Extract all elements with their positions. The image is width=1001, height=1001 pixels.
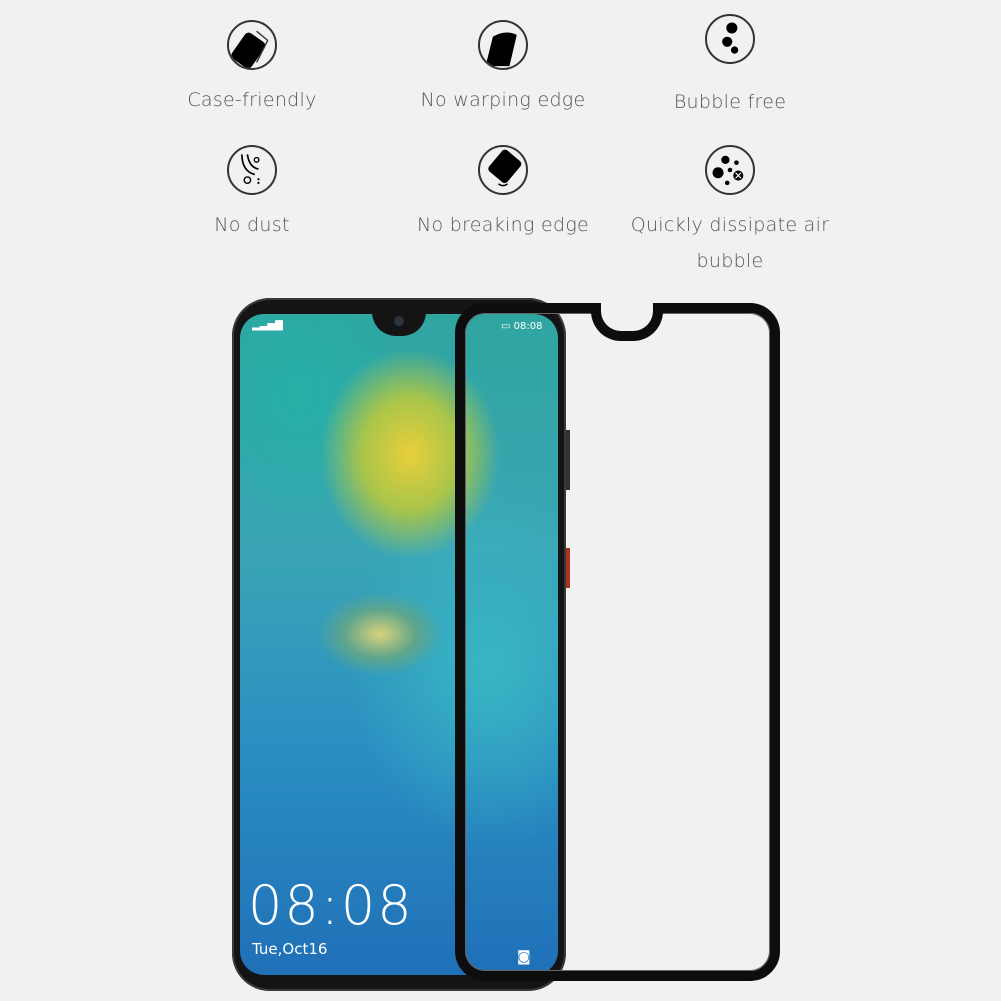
feature-bubble-free: Bubble free [620, 14, 840, 120]
no-warping-edge-icon [478, 20, 528, 70]
status-time: 08:08 [513, 321, 543, 332]
feature-case-friendly: Case-friendly [142, 20, 362, 118]
feature-label: No warping edge [420, 89, 586, 111]
feature-label: Bubble free [673, 91, 787, 113]
feature-no-dust: No dust [142, 145, 362, 243]
bubble-free-icon [705, 14, 755, 64]
no-breaking-edge-icon [478, 145, 528, 195]
feature-dissipate-bubble: Quickly dissipate air bubble [620, 145, 840, 279]
no-dust-icon [227, 145, 277, 195]
case-friendly-icon [227, 20, 277, 70]
notch [372, 314, 426, 336]
feature-label: Case-friendly [187, 89, 317, 111]
battery-icon: ▭ [501, 321, 511, 332]
feature-no-breaking-edge: No breaking edge [393, 145, 613, 243]
feature-label: Quickly dissipate air bubble [630, 214, 830, 272]
camera-icon: ◙ [517, 949, 531, 965]
feature-no-warping-edge: No warping edge [393, 20, 613, 118]
feature-label: No breaking edge [416, 214, 590, 236]
feature-label: No dust [214, 214, 290, 236]
front-camera [394, 316, 404, 326]
dissipate-bubble-icon [705, 145, 755, 195]
screen-protector: ▭ 08:08 ◙ [455, 303, 780, 981]
lockscreen-date: Tue,Oct16 [252, 940, 328, 958]
protector-glass [465, 313, 770, 971]
signal-icon: ▂▃▅▇ [252, 320, 283, 331]
lockscreen-clock: 08:08 [248, 874, 414, 937]
protector-status: ▭ 08:08 [501, 321, 542, 332]
